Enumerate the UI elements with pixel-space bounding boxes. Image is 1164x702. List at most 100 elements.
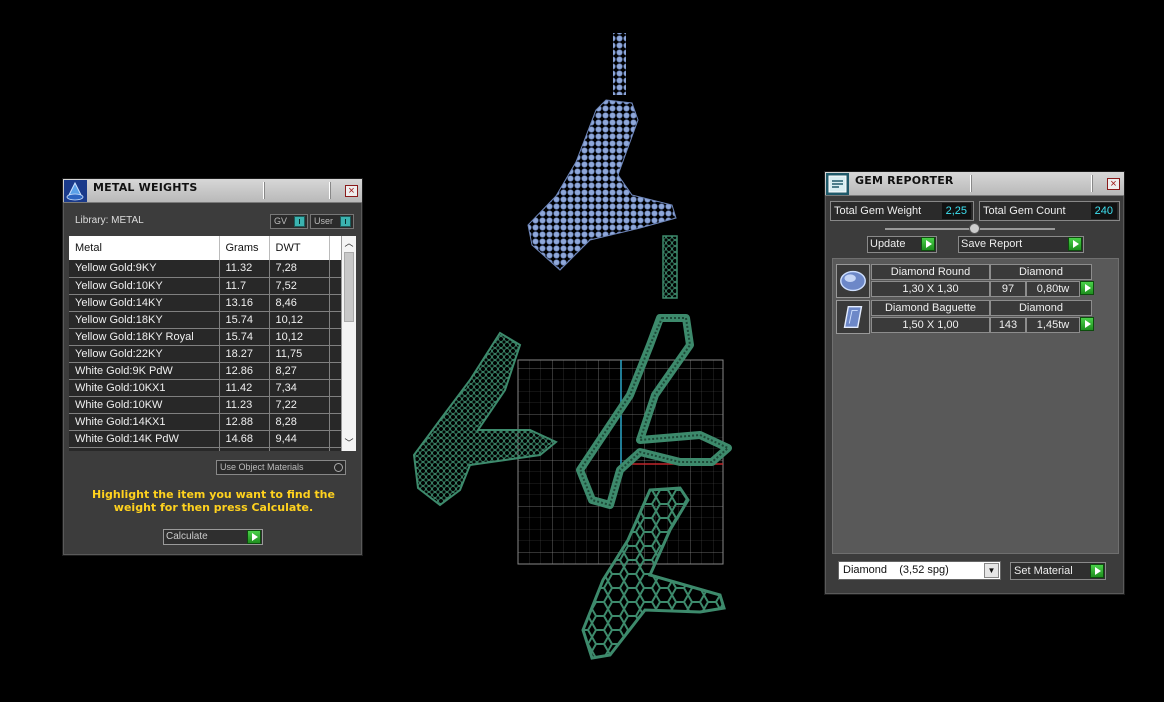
table-row[interactable]: White Gold:14KW13.888,93: [69, 447, 342, 451]
table-row[interactable]: White Gold:9K PdW 12.86 8,27: [69, 362, 342, 380]
cell-metal: Yellow Gold:9KY: [69, 260, 220, 278]
cell-metal: White Gold:9K PdW: [69, 362, 220, 380]
cell-grams: 13.88: [219, 447, 270, 451]
table-row[interactable]: Yellow Gold:14KY 13.16 8,46: [69, 294, 342, 312]
cell-dwt: 8,27: [269, 362, 330, 380]
gv-toggle[interactable]: GV: [270, 214, 308, 229]
baguette-diamond-icon: [836, 300, 870, 334]
cell-grams: 13.16: [219, 294, 270, 312]
metal-weights-titlebar[interactable]: METAL WEIGHTS ×: [63, 179, 362, 203]
gem-row-round[interactable]: Diamond Round Diamond 1,30 X 1,30 97 0,8…: [836, 264, 1094, 298]
arrow-right-icon[interactable]: [1080, 317, 1094, 331]
table-row[interactable]: White Gold:10KX1 11.42 7,34: [69, 379, 342, 397]
table-row[interactable]: White Gold:14KX1 12.88 8,28: [69, 413, 342, 431]
table-row[interactable]: Yellow Gold:10KY 11.7 7,52: [69, 277, 342, 295]
gem-reporter-icon: [826, 173, 849, 195]
column-header-grams[interactable]: Grams: [219, 236, 270, 260]
table-row[interactable]: Yellow Gold:18KY Royal 15.74 10,12: [69, 328, 342, 346]
use-object-materials-label: Use Object Materials: [220, 462, 304, 472]
metal-weights-panel: METAL WEIGHTS × Library: METAL GV User M…: [62, 178, 363, 556]
cell-spacer: [329, 260, 342, 278]
titlebar-divider: [263, 182, 265, 199]
arrow-right-icon: [921, 237, 935, 251]
radio-icon: [334, 463, 343, 472]
scroll-down-icon[interactable]: ﹀: [344, 438, 354, 448]
table-scrollbar[interactable]: ︿ ﹀: [341, 236, 356, 451]
column-header-metal[interactable]: Metal: [69, 236, 220, 260]
cell-metal: Yellow Gold:18KY Royal: [69, 328, 220, 346]
table-row[interactable]: Yellow Gold:22KY 18.27 11,75: [69, 345, 342, 363]
cell-grams: 11.23: [219, 396, 270, 414]
total-gem-weight: Total Gem Weight 2,25: [830, 201, 974, 221]
cell-dwt: 7,22: [269, 396, 330, 414]
table-row[interactable]: Yellow Gold:18KY 15.74 10,12: [69, 311, 342, 329]
column-header-spacer: [329, 236, 342, 260]
close-icon[interactable]: ×: [345, 185, 358, 197]
update-button[interactable]: Update: [867, 236, 937, 253]
cell-spacer: [329, 447, 342, 451]
cell-grams: 15.74: [219, 311, 270, 329]
cell-spacer: [329, 345, 342, 363]
calculate-label: Calculate: [166, 531, 208, 542]
cell-dwt: 8,46: [269, 294, 330, 312]
gem-slider[interactable]: [885, 223, 1055, 234]
metal-weights-icon: [64, 180, 87, 202]
material-select[interactable]: Diamond (3,52 spg) ▼: [838, 561, 1001, 580]
total-gem-count-value: 240: [1090, 203, 1117, 219]
cell-grams: 12.86: [219, 362, 270, 380]
scrollbar-thumb[interactable]: [344, 252, 354, 322]
save-report-label: Save Report: [961, 238, 1023, 250]
gem-pave-model[interactable]: [527, 33, 678, 299]
arrow-right-icon: [1090, 564, 1104, 578]
gem-name: Diamond Round: [871, 264, 990, 280]
toggle-switch-icon: [294, 216, 305, 227]
metal-weights-title: METAL WEIGHTS: [93, 181, 198, 194]
metal-table[interactable]: Metal Grams DWT Yellow Gold:9KY 11.32 7,28…: [69, 236, 356, 451]
scroll-up-icon[interactable]: ︿: [344, 238, 354, 248]
gem-list[interactable]: Diamond Round Diamond 1,30 X 1,30 97 0,8…: [832, 258, 1119, 554]
cell-metal: Yellow Gold:10KY: [69, 277, 220, 295]
save-report-button[interactable]: Save Report: [958, 236, 1084, 253]
slider-handle[interactable]: [969, 223, 980, 234]
gem-size: 1,50 X 1,00: [871, 317, 990, 333]
table-row[interactable]: Yellow Gold:9KY 11.32 7,28: [69, 260, 342, 278]
gem-material: Diamond: [990, 264, 1092, 280]
cell-grams: 12.88: [219, 413, 270, 431]
table-row[interactable]: White Gold:10KW 11.23 7,22: [69, 396, 342, 414]
cell-dwt: 9,44: [269, 430, 330, 448]
cell-spacer: [329, 430, 342, 448]
gem-material: Diamond: [990, 300, 1092, 316]
instruction-text: Highlight the item you want to find the …: [92, 488, 335, 514]
cell-dwt: 7,34: [269, 379, 330, 397]
arrow-right-icon: [247, 530, 261, 544]
library-label: Library: METAL: [75, 215, 144, 226]
cell-grams: 18.27: [219, 345, 270, 363]
arrow-right-icon: [1068, 237, 1082, 251]
total-gem-weight-value: 2,25: [941, 203, 971, 219]
gem-reporter-titlebar[interactable]: GEM REPORTER ×: [825, 172, 1124, 196]
cell-dwt: 7,52: [269, 277, 330, 295]
calculate-button[interactable]: Calculate: [163, 529, 263, 545]
cell-grams: 11.32: [219, 260, 270, 278]
titlebar-divider: [1091, 175, 1093, 192]
close-icon[interactable]: ×: [1107, 178, 1120, 190]
set-material-button[interactable]: Set Material: [1010, 562, 1106, 580]
user-toggle[interactable]: User: [310, 214, 354, 229]
gem-reporter-panel: GEM REPORTER × Total Gem Weight 2,25 Tot…: [824, 171, 1125, 595]
cell-metal: White Gold:10KX1: [69, 379, 220, 397]
table-row[interactable]: White Gold:14K PdW 14.68 9,44: [69, 430, 342, 448]
cell-spacer: [329, 311, 342, 329]
cell-spacer: [329, 362, 342, 380]
arrow-right-icon[interactable]: [1080, 281, 1094, 295]
use-object-materials-toggle[interactable]: Use Object Materials: [216, 460, 346, 475]
gem-count: 97: [990, 281, 1026, 297]
cell-metal: Yellow Gold:18KY: [69, 311, 220, 329]
cell-metal: White Gold:14K PdW: [69, 430, 220, 448]
cell-spacer: [329, 396, 342, 414]
column-header-dwt[interactable]: DWT: [269, 236, 330, 260]
gem-row-baguette[interactable]: Diamond Baguette Diamond 1,50 X 1,00 143…: [836, 300, 1094, 334]
cell-dwt: 7,28: [269, 260, 330, 278]
cell-dwt: 10,12: [269, 311, 330, 329]
dropdown-arrow-icon[interactable]: ▼: [984, 563, 999, 578]
update-label: Update: [870, 238, 906, 250]
